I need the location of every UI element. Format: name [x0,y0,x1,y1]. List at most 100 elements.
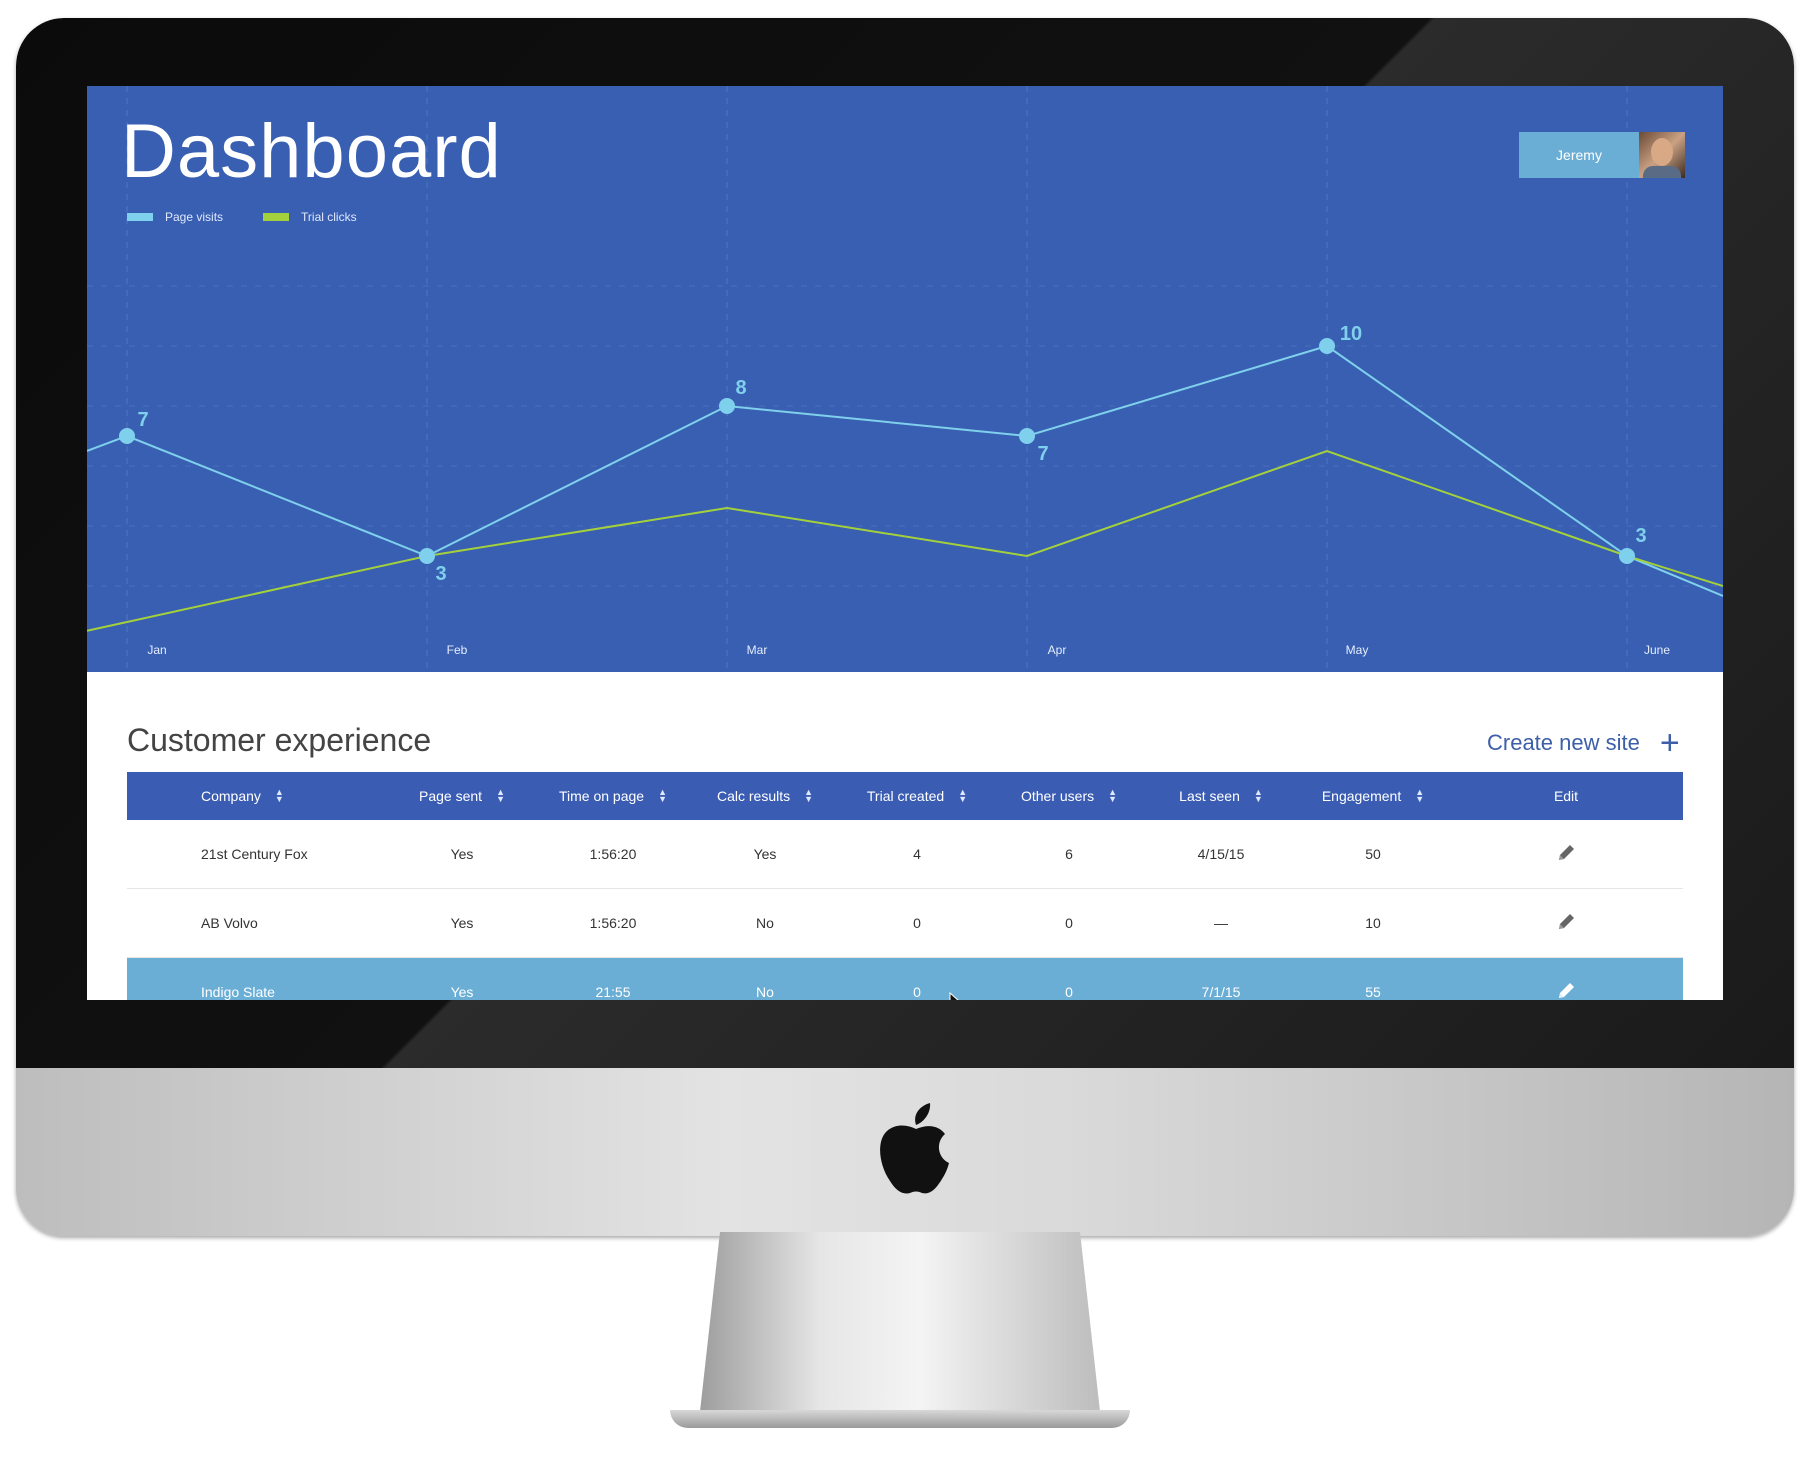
create-new-site-button[interactable]: Create new site + [1487,726,1680,760]
cell-time-on-page: 1:56:20 [537,820,689,889]
chart-hero: Jan Feb Mar Apr May June 7 3 8 7 10 3 Dashboard Pag… [87,86,1723,672]
legend-label: Trial clicks [301,210,357,224]
cell-edit [1449,888,1683,958]
cell-last-seen: — [1145,888,1297,958]
column-label: Edit [1553,788,1579,804]
series-line-page-visits [87,344,1723,597]
data-label: 8 [735,377,746,399]
chart-legend: Page visits Trial clicks [127,210,357,224]
pencil-icon[interactable] [1555,911,1577,933]
legend-item-page-visits: Page visits [127,210,223,224]
cell-engagement: 55 [1297,957,1449,1000]
sort-icon: ▲ ▼ [1415,787,1425,804]
cell-calc-results: Yes [689,820,841,889]
x-tick-label: Apr [1048,643,1067,657]
column-label: Last seen [1179,788,1240,804]
plus-icon: + [1659,724,1680,762]
monitor-stand [670,1232,1130,1432]
customer-table: Company ▲ ▼ Page sent ▲ ▼ Time on page ▲ ▼ Cal… [127,772,1683,1000]
column-header-page-sent[interactable]: Page sent ▲ ▼ [387,772,537,820]
apple-logo-icon [880,1103,949,1194]
table-row[interactable]: AB Volvo Yes 1:56:20 No 0 0 — 10 [127,888,1683,958]
column-header-company[interactable]: Company ▲ ▼ [127,772,387,820]
stand-foot [670,1410,1130,1428]
pencil-icon[interactable] [1555,980,1577,1001]
cell-calc-results: No [689,957,841,1000]
create-new-site-label: Create new site [1487,730,1640,755]
x-tick-label: May [1346,643,1369,657]
cell-edit [1449,957,1683,1001]
cell-trial-created: 0 [841,957,993,1000]
column-header-trial-created[interactable]: Trial created ▲ ▼ [841,772,993,820]
section-title: Customer experience [127,722,432,758]
cell-trial-created: 0 [841,888,993,958]
sort-icon: ▲ ▼ [1253,787,1263,804]
sort-icon: ▲ ▼ [274,787,284,804]
cell-page-sent: Yes [387,957,537,1000]
sort-icon: ▲ ▼ [496,787,505,804]
cell-calc-results: No [689,888,841,958]
cell-trial-created: 4 [841,820,993,889]
cell-edit [1449,820,1683,889]
data-point [119,428,135,444]
column-header-engagement[interactable]: Engagement ▲ ▼ [1297,772,1449,820]
user-name: Jeremy [1556,147,1602,163]
data-point [1619,548,1635,564]
legend-swatch [127,213,153,221]
cell-engagement: 50 [1297,820,1449,889]
cell-other-users: 0 [993,957,1145,1000]
column-header-time-on-page[interactable]: Time on page ▲ ▼ [537,772,689,820]
cell-engagement: 10 [1297,888,1449,958]
sort-icon: ▲ ▼ [658,787,667,804]
avatar-head [1651,138,1673,166]
x-tick-label: Mar [747,643,768,657]
user-menu-button[interactable]: Jeremy [1519,132,1685,178]
table-header-row: Company ▲ ▼ Page sent ▲ ▼ Time on page ▲ ▼ Cal… [127,772,1683,820]
cell-time-on-page: 1:56:20 [537,888,689,958]
cell-last-seen: 4/15/15 [1145,820,1297,889]
data-point [1319,338,1335,354]
cell-other-users: 0 [993,888,1145,958]
stand-neck [700,1232,1100,1412]
column-label: Page sent [419,788,483,804]
legend-label: Page visits [165,210,224,224]
column-label: Engagement [1321,788,1402,804]
data-label: 10 [1340,323,1362,345]
x-tick-label: Jan [147,643,166,657]
column-header-calc-results[interactable]: Calc results ▲ ▼ [689,772,841,820]
mouse-cursor-icon [949,992,959,1000]
screen: Jan Feb Mar Apr May June 7 3 8 7 10 3 Dashboard Pag… [87,86,1723,1000]
column-header-edit: Edit [1449,772,1683,820]
data-label: 3 [435,563,446,585]
cell-last-seen: 7/1/15 [1145,957,1297,1000]
table-row[interactable]: 21st Century Fox Yes 1:56:20 Yes 4 6 4/1… [127,820,1683,889]
pencil-icon[interactable] [1555,842,1577,864]
cell-company: 21st Century Fox [127,820,387,889]
page-title: Dashboard [121,109,502,194]
column-label: Company [201,788,261,804]
table-row-selected[interactable]: Indigo Slate Yes 21:55 No 0 0 7/1/15 55 [127,957,1683,1001]
data-label: 7 [1037,443,1048,465]
sort-icon: ▲ ▼ [1108,787,1118,804]
column-label: Calc results [716,788,791,804]
sort-icon: ▲ ▼ [958,787,968,804]
column-label: Other users [1020,788,1095,804]
data-label: 7 [137,409,148,431]
cell-other-users: 6 [993,820,1145,889]
legend-item-trial-clicks: Trial clicks [263,210,357,224]
legend-swatch [263,213,290,221]
data-point [419,548,435,564]
cell-page-sent: Yes [387,820,537,889]
data-point [719,398,735,414]
data-point [1019,428,1035,444]
x-tick-label: June [1644,643,1670,657]
column-header-other-users[interactable]: Other users ▲ ▼ [993,772,1145,820]
cell-company: AB Volvo [127,888,387,958]
cell-time-on-page: 21:55 [537,957,689,1000]
cell-company: Indigo Slate [127,957,387,1000]
x-tick-label: Feb [447,643,468,657]
column-label: Time on page [558,788,645,804]
sort-icon: ▲ ▼ [804,787,814,804]
series-line-trial-clicks [87,449,1723,632]
column-header-last-seen[interactable]: Last seen ▲ ▼ [1145,772,1297,820]
